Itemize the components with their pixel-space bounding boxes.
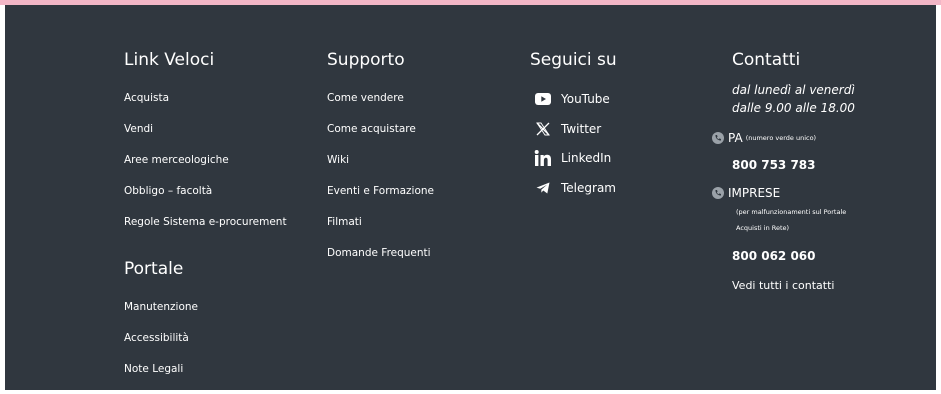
social-link-youtube[interactable]: YouTube <box>530 90 610 108</box>
link-regole-sistema[interactable]: Regole Sistema e-procurement <box>124 215 287 229</box>
link-domande-frequenti[interactable]: Domande Frequenti <box>327 246 431 260</box>
linkedin-icon <box>533 149 553 167</box>
office-hours-time: dalle 9.00 alle 18.00 <box>732 101 855 115</box>
imprese-label: IMPRESE <box>728 186 781 200</box>
pa-phone-number[interactable]: 800 753 783 <box>732 158 816 173</box>
link-eventi-formazione[interactable]: Eventi e Formazione <box>327 184 434 198</box>
link-come-vendere[interactable]: Come vendere <box>327 91 404 105</box>
link-come-acquistare[interactable]: Come acquistare <box>327 122 416 136</box>
link-note-legali[interactable]: Note Legali <box>124 362 183 376</box>
social-label-linkedin: LinkedIn <box>561 151 612 165</box>
link-obbligo-facolta[interactable]: Obbligo – facoltà <box>124 184 212 198</box>
social-label-twitter: Twitter <box>561 122 602 136</box>
social-link-twitter[interactable]: Twitter <box>530 120 601 138</box>
link-vendi[interactable]: Vendi <box>124 122 153 136</box>
pa-note: (numero verde unico) <box>745 134 817 142</box>
bottom-margin <box>0 390 941 394</box>
social-label-youtube: YouTube <box>561 92 610 106</box>
phone-icon <box>712 132 724 144</box>
youtube-icon <box>533 90 553 108</box>
pa-label: PA <box>728 131 743 145</box>
imprese-contact-label: IMPRESE <box>712 186 780 200</box>
telegram-icon <box>533 179 553 197</box>
link-accessibilita[interactable]: Accessibilità <box>124 331 189 345</box>
contacts-heading: Contatti <box>732 50 801 70</box>
social-link-telegram[interactable]: Telegram <box>530 179 616 197</box>
site-footer: Link Veloci Acquista Vendi Aree merceolo… <box>5 5 936 390</box>
phone-icon <box>712 187 724 199</box>
x-twitter-icon <box>533 120 553 138</box>
pa-contact-label: PA (numero verde unico) <box>712 131 816 145</box>
social-label-telegram: Telegram <box>561 181 616 195</box>
imprese-phone-number[interactable]: 800 062 060 <box>732 249 816 264</box>
portal-heading: Portale <box>124 259 184 279</box>
link-wiki[interactable]: Wiki <box>327 153 349 167</box>
imprese-note-line1: (per malfunzionamenti sul Portale <box>736 208 847 216</box>
all-contacts-link[interactable]: Vedi tutti i contatti <box>732 279 834 293</box>
link-filmati[interactable]: Filmati <box>327 215 362 229</box>
link-aree-merceologiche[interactable]: Aree merceologiche <box>124 153 229 167</box>
social-heading: Seguici su <box>530 50 617 70</box>
office-hours-days: dal lunedì al venerdì <box>732 83 855 97</box>
social-link-linkedin[interactable]: LinkedIn <box>530 149 611 167</box>
imprese-note-line2: Acquisti in Rete) <box>736 224 790 232</box>
link-manutenzione[interactable]: Manutenzione <box>124 300 198 314</box>
quick-links-heading: Link Veloci <box>124 50 215 70</box>
link-acquista[interactable]: Acquista <box>124 91 169 105</box>
support-heading: Supporto <box>327 50 405 70</box>
